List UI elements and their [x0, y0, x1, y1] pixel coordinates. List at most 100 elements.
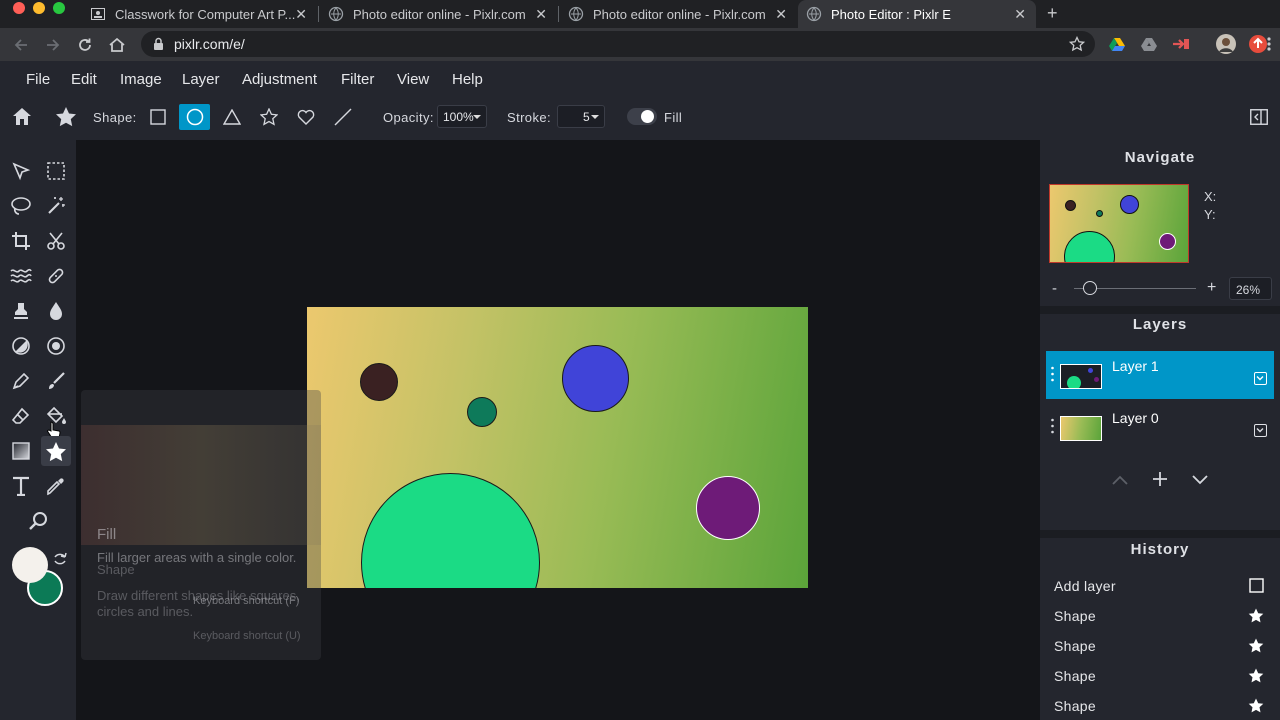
history-item[interactable]: Shape	[1054, 668, 1264, 684]
close-tab-icon[interactable]: ✕	[535, 6, 547, 23]
swap-colors-icon[interactable]	[52, 551, 68, 572]
fill-toggle[interactable]	[627, 108, 657, 125]
browser-tab[interactable]: Photo editor online - Pixlr.com ✕	[320, 0, 557, 28]
drag-handle-icon[interactable]	[1051, 365, 1054, 383]
teal-circle-shape[interactable]	[467, 397, 497, 427]
primary-color-swatch[interactable]	[12, 547, 48, 583]
shape-line-button[interactable]	[327, 104, 358, 130]
history-item[interactable]: Shape	[1054, 608, 1264, 624]
close-tab-icon[interactable]: ✕	[775, 6, 787, 23]
gradient-tool-icon[interactable]	[6, 436, 36, 466]
back-icon[interactable]	[12, 36, 30, 54]
lasso-tool-icon[interactable]	[6, 191, 36, 221]
drive-extension-icon[interactable]	[1140, 35, 1158, 53]
address-bar[interactable]: pixlr.com/e/	[141, 31, 1095, 57]
layer-row[interactable]: Layer 0	[1046, 403, 1274, 451]
layer-row[interactable]: Layer 1	[1046, 351, 1274, 399]
panel-collapse-icon[interactable]	[1250, 109, 1268, 130]
tab-title: Photo editor online - Pixlr.com	[353, 6, 526, 22]
history-item[interactable]: Add layer	[1054, 578, 1264, 594]
menu-adjustment[interactable]: Adjustment	[242, 71, 317, 88]
eraser-tool-icon[interactable]	[6, 401, 36, 431]
bookmark-star-icon[interactable]	[1068, 35, 1086, 57]
pen-tool-icon[interactable]	[6, 366, 36, 396]
shape-circle-button[interactable]	[179, 104, 210, 130]
close-window-button[interactable]	[13, 2, 25, 14]
layer-name: Layer 1	[1112, 358, 1159, 374]
layer-options-checkbox[interactable]	[1254, 424, 1267, 437]
stroke-dropdown[interactable]: 5	[557, 105, 605, 128]
minimize-window-button[interactable]	[33, 2, 45, 14]
close-tab-icon[interactable]: ✕	[1014, 6, 1026, 23]
zoom-in-button[interactable]: +	[1207, 279, 1216, 297]
blue-circle-shape[interactable]	[562, 345, 629, 412]
stroke-label: Stroke:	[507, 110, 551, 125]
browser-tab[interactable]: Photo editor online - Pixlr.com ✕	[560, 0, 797, 28]
star-icon	[55, 106, 77, 132]
brush-tool-icon[interactable]	[41, 366, 71, 396]
liquify-tool-icon[interactable]	[6, 261, 36, 291]
forward-icon[interactable]	[44, 36, 62, 54]
navigate-title: Navigate	[1124, 149, 1196, 166]
shape-heart-button[interactable]	[290, 104, 321, 130]
magic-wand-icon[interactable]	[41, 191, 71, 221]
move-layer-down-icon[interactable]	[1191, 473, 1209, 491]
heal-bandage-icon[interactable]	[41, 261, 71, 291]
menu-view[interactable]: View	[397, 71, 429, 88]
home-icon[interactable]	[12, 107, 32, 131]
sponge-tool-icon[interactable]	[41, 331, 71, 361]
clone-stamp-icon[interactable]	[6, 296, 36, 326]
menu-filter[interactable]: Filter	[341, 71, 374, 88]
menu-image[interactable]: Image	[120, 71, 162, 88]
dodge-burn-icon[interactable]	[6, 331, 36, 361]
menu-layer[interactable]: Layer	[182, 71, 220, 88]
dark-circle-shape[interactable]	[360, 363, 398, 401]
color-picker-icon[interactable]	[41, 471, 71, 501]
menu-help[interactable]: Help	[452, 71, 483, 88]
drag-handle-icon[interactable]	[1051, 417, 1054, 435]
shape-rectangle-button[interactable]	[142, 104, 173, 130]
google-drive-icon[interactable]	[1108, 35, 1126, 53]
menu-edit[interactable]: Edit	[71, 71, 97, 88]
panel-divider	[1040, 306, 1280, 314]
pixlr-favicon-icon	[806, 6, 822, 22]
purple-circle-shape[interactable]	[696, 476, 760, 540]
shape-tool-star-icon[interactable]	[41, 436, 71, 466]
reload-icon[interactable]	[76, 36, 94, 54]
history-item-label: Shape	[1054, 698, 1096, 714]
cutout-scissors-icon[interactable]	[41, 226, 71, 256]
close-tab-icon[interactable]: ✕	[295, 6, 307, 23]
zoom-tool-icon[interactable]	[23, 506, 53, 536]
arrange-tool-icon[interactable]	[6, 156, 36, 186]
history-item[interactable]: Shape	[1054, 638, 1264, 654]
crop-tool-icon[interactable]	[6, 226, 36, 256]
maximize-window-button[interactable]	[53, 2, 65, 14]
shape-star-button[interactable]	[253, 104, 284, 130]
add-layer-icon[interactable]	[1152, 471, 1168, 492]
profile-avatar[interactable]	[1216, 34, 1236, 54]
browser-menu-icon[interactable]	[1264, 35, 1274, 53]
history-item[interactable]: Shape	[1054, 698, 1264, 714]
browser-tab[interactable]: Classwork for Computer Art P... ✕	[82, 0, 317, 28]
layer-options-checkbox[interactable]	[1254, 372, 1267, 385]
move-layer-up-icon[interactable]	[1111, 473, 1129, 491]
green-circle-shape[interactable]	[361, 473, 540, 588]
marquee-select-icon[interactable]	[41, 156, 71, 186]
new-tab-icon[interactable]: +	[1047, 0, 1058, 28]
opacity-dropdown[interactable]: 100%	[437, 105, 487, 128]
pixlr-favicon-icon	[568, 6, 584, 22]
tooltip-ghost-title: Shape	[97, 562, 135, 577]
cast-extension-icon[interactable]	[1172, 35, 1190, 53]
zoom-value-field[interactable]: 26%	[1229, 277, 1272, 300]
shape-triangle-button[interactable]	[216, 104, 247, 130]
menu-file[interactable]: File	[26, 71, 50, 88]
image-canvas[interactable]	[307, 307, 808, 588]
blur-drop-icon[interactable]	[41, 296, 71, 326]
zoom-slider-handle[interactable]	[1083, 281, 1097, 295]
home-icon[interactable]	[108, 36, 126, 54]
zoom-out-button[interactable]: -	[1052, 280, 1057, 297]
tooltip-title: Fill	[97, 526, 117, 543]
browser-tab-active[interactable]: Photo Editor : Pixlr E ✕	[798, 0, 1036, 28]
navigator-thumbnail[interactable]	[1049, 184, 1189, 263]
text-tool-icon[interactable]	[6, 471, 36, 501]
